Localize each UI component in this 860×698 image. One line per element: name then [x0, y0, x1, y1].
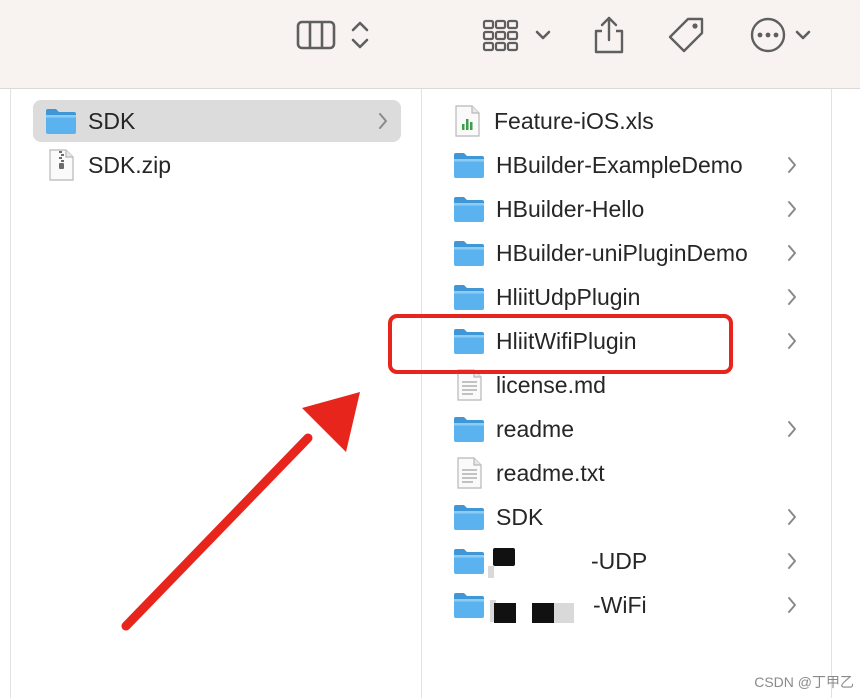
list-item[interactable]: HBuilder-ExampleDemo [453, 144, 813, 186]
redaction-mark [532, 603, 554, 623]
item-label: SDK [88, 107, 136, 134]
chevron-right-icon [786, 243, 798, 263]
finder-column-sdk: Feature-iOS.xls HBuilder-ExampleDemo HBu… [421, 89, 832, 698]
item-label: readme [496, 415, 574, 442]
tag-button[interactable] [664, 12, 708, 58]
chevron-down-icon [535, 30, 551, 40]
column-view-button[interactable] [296, 12, 338, 58]
sort-updown-icon [351, 21, 369, 49]
spreadsheet-icon [454, 105, 480, 137]
zip-file-icon [48, 149, 74, 181]
item-label: -UDP [591, 547, 648, 574]
watermark: CSDN @丁甲乙 [754, 674, 854, 690]
folder-icon [453, 195, 485, 223]
list-item[interactable]: HliitUdpPlugin [453, 276, 813, 318]
item-label: HliitUdpPlugin [496, 283, 641, 310]
list-item[interactable]: HBuilder-uniPluginDemo [453, 232, 813, 274]
list-item[interactable]: readme.txt [456, 452, 816, 494]
chevron-right-icon [786, 595, 798, 615]
chevron-right-icon [786, 507, 798, 527]
list-item[interactable]: readme [453, 408, 813, 450]
folder-icon [453, 591, 485, 619]
item-label: readme.txt [496, 459, 605, 486]
list-item[interactable]: SDK [453, 496, 813, 538]
list-item[interactable]: Feature-iOS.xls [451, 100, 811, 142]
text-file-icon [456, 457, 482, 489]
item-label: SDK [496, 503, 544, 530]
tag-icon [668, 17, 704, 53]
folder-icon [453, 415, 485, 443]
item-label: Feature-iOS.xls [494, 107, 654, 134]
list-item-sdk-folder[interactable]: SDK [33, 100, 401, 142]
chevron-right-icon [786, 331, 798, 351]
toolbar [0, 0, 860, 89]
chevron-right-icon [786, 155, 798, 175]
group-button[interactable] [480, 12, 554, 58]
redaction-mark [554, 603, 574, 623]
chevron-right-icon [786, 551, 798, 571]
folder-icon [453, 151, 485, 179]
chevron-right-icon [786, 199, 798, 219]
redaction-mark [488, 566, 494, 578]
chevron-right-icon [377, 111, 389, 131]
more-actions-button[interactable] [748, 12, 814, 58]
item-label: HBuilder-ExampleDemo [496, 151, 743, 178]
folder-icon [453, 547, 485, 575]
folder-icon [453, 283, 485, 311]
item-label: license.md [496, 371, 606, 398]
chevron-right-icon [786, 287, 798, 307]
share-icon [594, 16, 624, 54]
redaction-mark [493, 548, 515, 566]
item-label: HBuilder-uniPluginDemo [496, 239, 748, 266]
item-label: -WiFi [593, 591, 647, 618]
view-options-button[interactable] [350, 12, 370, 58]
list-item[interactable]: HBuilder-Hello [453, 188, 813, 230]
highlight-box [388, 314, 733, 374]
folder-icon [453, 503, 485, 531]
folder-icon [453, 239, 485, 267]
chevron-right-icon [786, 419, 798, 439]
annotation-arrow [121, 392, 360, 631]
folder-icon [45, 107, 77, 135]
chevron-down-icon [795, 30, 811, 40]
list-item-sdk-zip[interactable]: SDK.zip [33, 144, 401, 186]
item-label: SDK.zip [88, 151, 172, 178]
grid-group-icon [482, 19, 519, 52]
column-view-icon [296, 20, 336, 50]
item-label: HBuilder-Hello [496, 195, 645, 222]
redaction-mark [494, 603, 516, 623]
share-button[interactable] [592, 12, 626, 58]
more-icon [750, 17, 786, 53]
